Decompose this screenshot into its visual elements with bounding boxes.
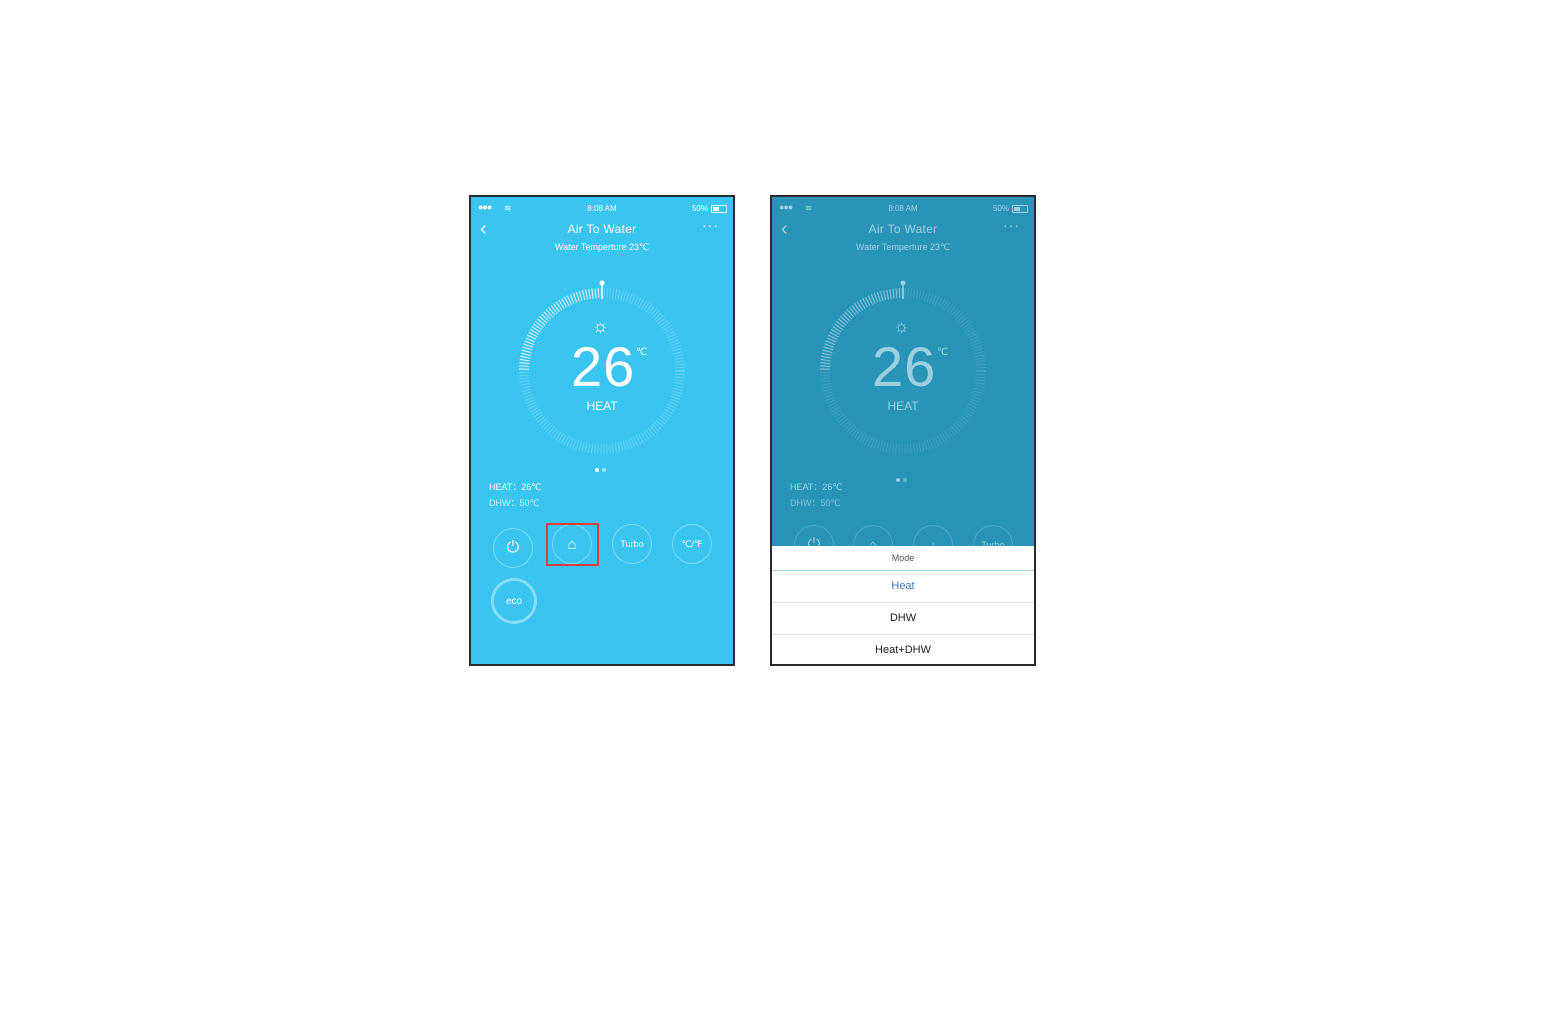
power-button[interactable]: ⏻ [493, 528, 533, 568]
eco-button[interactable]: eco [491, 578, 537, 624]
mode-picker-sheet: Mode Heat DHW Heat+DHW [772, 546, 1034, 664]
status-bar: ●●● ≋ 8:08 AM 50% [772, 202, 1034, 216]
battery-percent: 50% [691, 204, 708, 213]
power-icon: ⏻ [506, 539, 520, 556]
more-options-icon[interactable]: ··· [702, 217, 719, 233]
battery-indicator: 50% [993, 204, 1028, 213]
page-indicator [896, 478, 907, 482]
page-indicator [595, 468, 606, 472]
sun-icon: ☼ [592, 316, 609, 336]
battery-icon [711, 204, 727, 213]
page-dot [602, 468, 606, 472]
mode-picker-title: Mode [772, 546, 1034, 571]
page-dot-active [896, 478, 900, 482]
mode-option-heat[interactable]: Heat [772, 571, 1034, 603]
mode-button-highlight [546, 523, 599, 566]
sun-icon: ☼ [893, 316, 910, 336]
phone-screen-main: ●●● ≋ 8:08 AM 50% ‹ Air To Water Water T… [469, 195, 735, 666]
heat-setpoint-info: HEAT：26℃ [790, 482, 843, 492]
water-temperature-label: Water Temperture 23℃ [855, 242, 951, 252]
temperature-unit: ℃ [937, 347, 949, 358]
target-temperature: 26 [571, 335, 636, 398]
mode-option-heat-dhw[interactable]: Heat+DHW [772, 635, 1034, 664]
battery-percent: 50% [992, 204, 1009, 213]
unit-toggle-button[interactable]: ℃/℉ [672, 524, 712, 564]
more-options-icon: ··· [1003, 217, 1020, 233]
status-bar: ●●● ≋ 8:08 AM 50% [471, 202, 733, 216]
battery-indicator: 50% [692, 204, 727, 213]
heat-setpoint-info: HEAT：26℃ [489, 482, 542, 492]
page-title: Air To Water [868, 222, 938, 236]
temperature-unit: ℃ [636, 347, 648, 358]
current-mode-label: HEAT [887, 399, 919, 413]
current-mode-label: HEAT [586, 399, 618, 413]
phone-screen-mode-picker: ●●● ≋ 8:08 AM 50% ‹ Air To Water Water T… [770, 195, 1036, 666]
page-title: Air To Water [567, 222, 637, 236]
dhw-setpoint-info: DHW：50℃ [489, 498, 540, 508]
water-temperature-label: Water Temperture 23℃ [554, 242, 650, 252]
page-dot-active [595, 468, 599, 472]
dhw-setpoint-info: DHW：50℃ [790, 498, 841, 508]
mode-option-dhw[interactable]: DHW [772, 603, 1034, 635]
battery-icon [1012, 204, 1028, 213]
target-temperature: 26 [872, 335, 937, 398]
page-dot [903, 478, 907, 482]
turbo-button[interactable]: Turbo [612, 524, 652, 564]
